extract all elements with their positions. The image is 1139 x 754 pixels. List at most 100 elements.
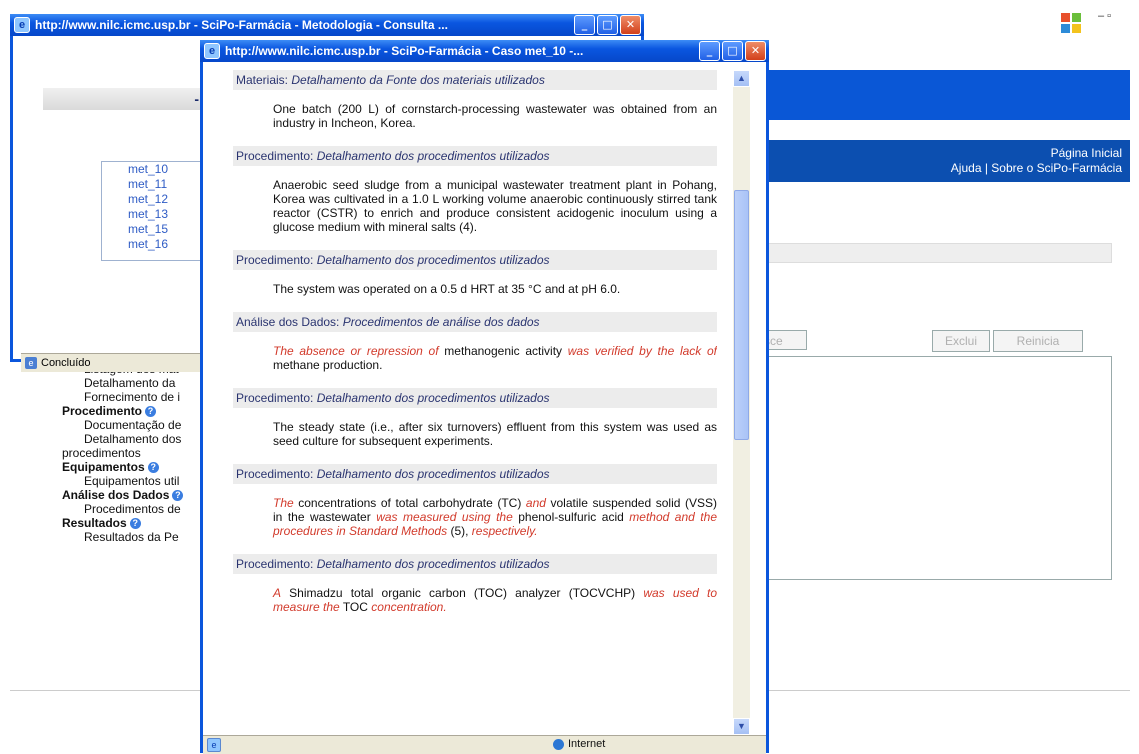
window-controls-icon[interactable]: – ▫ xyxy=(1098,10,1111,22)
scroll-down-icon[interactable]: ▼ xyxy=(733,718,750,735)
ie-icon: e xyxy=(204,43,220,59)
section-tree: Listagem dos matDetalhamento daFornecime… xyxy=(62,362,202,544)
delete-button[interactable]: Exclui xyxy=(932,330,990,352)
section-body: The concentrations of total carbohydrate… xyxy=(233,484,717,554)
link-help-about[interactable]: Ajuda | Sobre o SciPo-Farmácia xyxy=(768,161,1130,176)
body-text: (5), xyxy=(447,524,472,538)
tree-item[interactable]: Resultados da Pe xyxy=(62,530,202,544)
tree-section: Análise dos Dados? xyxy=(62,488,202,502)
maximize-button[interactable]: □ xyxy=(597,15,618,35)
section-description: Detalhamento dos procedimentos utilizado… xyxy=(316,253,550,267)
tree-item[interactable]: Detalhamento da xyxy=(62,376,202,390)
section-header: Procedimento: Detalhamento dos procedime… xyxy=(233,464,717,484)
page-icon: e xyxy=(25,357,37,370)
tree-label: Detalhamento da xyxy=(84,376,176,390)
reset-button[interactable]: Reinicia xyxy=(993,330,1083,352)
tree-section: Resultados? xyxy=(62,516,202,530)
section-body: The steady state (i.e., after six turnov… xyxy=(233,408,717,464)
security-zone: Internet xyxy=(553,738,605,750)
body-text: TOC xyxy=(339,600,372,614)
results-textarea[interactable] xyxy=(768,356,1112,580)
nav-header: - N xyxy=(43,88,213,110)
body-text: phenol-sulfuric acid xyxy=(512,510,630,524)
tree-item[interactable]: Procedimentos de xyxy=(62,502,202,516)
scroll-up-icon[interactable]: ▲ xyxy=(733,70,750,87)
page-icon: e xyxy=(207,738,221,752)
section-label: Procedimento: xyxy=(236,253,314,267)
highlighted-phrase: and xyxy=(525,496,546,510)
highlighted-phrase: was measured using the xyxy=(376,510,513,524)
highlighted-phrase: respectively. xyxy=(471,524,538,538)
section-label: Procedimento: xyxy=(236,467,314,481)
header-links: Página Inicial Ajuda | Sobre o SciPo-Far… xyxy=(768,140,1130,182)
help-icon[interactable]: ? xyxy=(172,490,184,502)
minimize-button[interactable]: _ xyxy=(574,15,595,35)
section-label: Procedimento: xyxy=(236,557,314,571)
section-label: Procedimento: xyxy=(236,149,314,163)
body-text: methane production. xyxy=(273,358,383,372)
section-header: Procedimento: Detalhamento dos procedime… xyxy=(233,554,717,574)
case-status-bar: e Internet xyxy=(203,735,766,754)
tree-section: Procedimento? xyxy=(62,404,202,418)
scrollbar-thumb[interactable] xyxy=(734,190,749,440)
highlighted-phrase: A xyxy=(273,586,282,600)
zone-label: Internet xyxy=(568,738,606,750)
highlighted-phrase: The xyxy=(273,496,294,510)
tree-label: procedimentos xyxy=(62,446,141,460)
section-body: One batch (200 L) of cornstarch-processi… xyxy=(233,90,717,146)
section-header: Análise dos Dados: Procedimentos de anál… xyxy=(233,312,717,332)
body-text: Shimadzu total organic carbon (TOC) anal… xyxy=(281,586,644,600)
section-body: The absence or repression of methanogeni… xyxy=(233,332,717,388)
tree-label: Procedimentos de xyxy=(84,502,181,516)
close-button[interactable]: ✕ xyxy=(745,41,766,61)
help-icon[interactable]: ? xyxy=(145,406,157,418)
case-window-titlebar[interactable]: e http://www.nilc.icmc.usp.br - SciPo-Fa… xyxy=(200,40,769,62)
help-icon[interactable]: ? xyxy=(147,462,159,474)
highlighted-phrase: concentration. xyxy=(371,600,447,614)
section-header: Procedimento: Detalhamento dos procedime… xyxy=(233,250,717,270)
minimize-button[interactable]: _ xyxy=(699,41,720,61)
main-status-text: Concluído xyxy=(41,357,91,369)
tree-section: Equipamentos? xyxy=(62,460,202,474)
section-label: Materiais: xyxy=(236,73,289,87)
section-label: Análise dos Dados: xyxy=(236,315,340,329)
tree-label: Fornecimento de i xyxy=(84,390,181,404)
section-label: Procedimento: xyxy=(236,391,314,405)
tree-item[interactable]: Equipamentos util xyxy=(62,474,202,488)
body-text: concentrations of total carbohydrate (TC… xyxy=(293,496,526,510)
body-text: The steady state (i.e., after six turnov… xyxy=(273,420,717,448)
tree-item[interactable]: Fornecimento de i xyxy=(62,390,202,404)
link-home[interactable]: Página Inicial xyxy=(768,140,1130,161)
section-body: A Shimadzu total organic carbon (TOC) an… xyxy=(233,574,717,630)
help-icon[interactable]: ? xyxy=(129,518,141,530)
tree-item[interactable]: procedimentos xyxy=(62,446,202,460)
ie-icon: e xyxy=(14,17,30,33)
tree-label: Procedimento xyxy=(62,404,143,418)
body-text: methanogenic activity xyxy=(438,344,568,358)
globe-icon xyxy=(553,738,564,750)
main-window-titlebar[interactable]: e http://www.nilc.icmc.usp.br - SciPo-Fa… xyxy=(10,14,644,36)
section-body: The system was operated on a 0.5 d HRT a… xyxy=(233,270,717,312)
browser-window-case: e http://www.nilc.icmc.usp.br - SciPo-Fa… xyxy=(200,40,769,754)
section-description: Detalhamento dos procedimentos utilizado… xyxy=(316,557,550,571)
highlighted-phrase: was verified by the lack of xyxy=(567,344,717,358)
section-header: Procedimento: Detalhamento dos procedime… xyxy=(233,146,717,166)
tree-label: Resultados xyxy=(62,516,127,530)
section-header: Procedimento: Detalhamento dos procedime… xyxy=(233,388,717,408)
tree-item[interactable]: Documentação de xyxy=(62,418,202,432)
main-status-bar: e Concluído xyxy=(21,353,221,372)
section-description: Detalhamento dos procedimentos utilizado… xyxy=(316,467,550,481)
tree-label: Detalhamento dos xyxy=(84,432,182,446)
vertical-scrollbar[interactable]: ▲ ▼ xyxy=(733,70,750,735)
section-description: Detalhamento dos procedimentos utilizado… xyxy=(316,149,550,163)
close-button[interactable]: ✕ xyxy=(620,15,641,35)
section-description: Detalhamento dos procedimentos utilizado… xyxy=(316,391,550,405)
header-banner xyxy=(768,70,1130,120)
maximize-button[interactable]: □ xyxy=(722,41,743,61)
case-content: Materiais: Detalhamento da Fonte dos mat… xyxy=(233,70,717,735)
highlighted-phrase: The absence or repression of xyxy=(273,344,439,358)
section-body: Anaerobic seed sludge from a municipal w… xyxy=(233,166,717,250)
section-divider xyxy=(768,243,1112,263)
tree-item[interactable]: Detalhamento dos xyxy=(62,432,202,446)
section-header: Materiais: Detalhamento da Fonte dos mat… xyxy=(233,70,717,90)
